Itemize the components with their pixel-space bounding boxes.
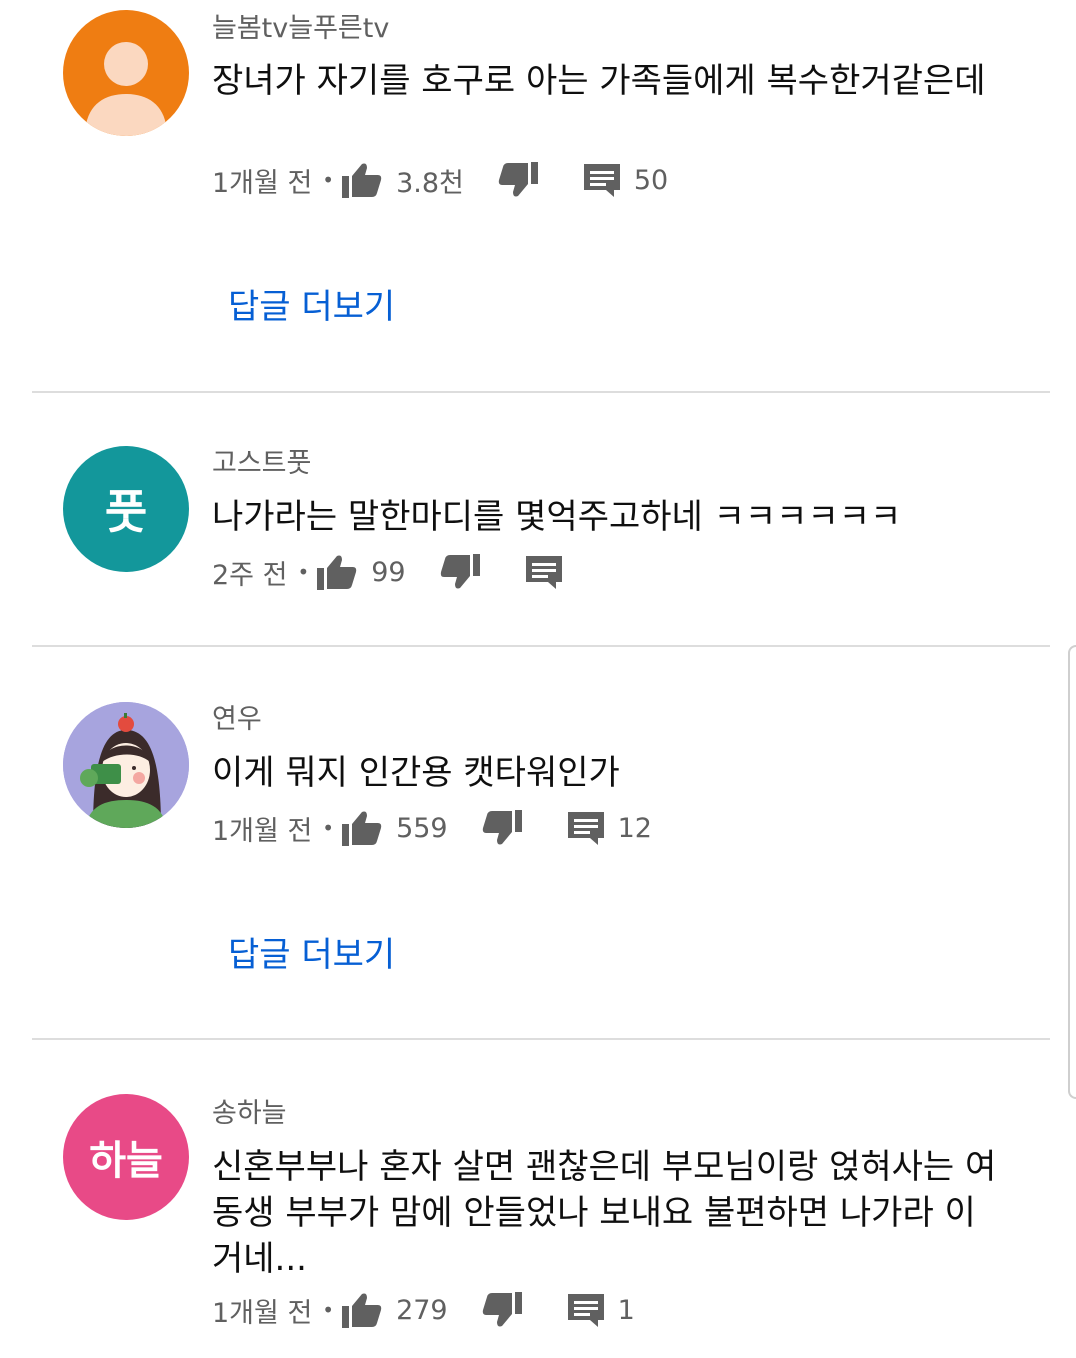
scrollbar[interactable]: [1068, 645, 1076, 1099]
comment-text: 이게 뭐지 인간용 캣타워인가: [212, 753, 620, 793]
separator-dot: •: [322, 1298, 335, 1322]
thumbs-up-icon[interactable]: [317, 554, 357, 590]
reply-count: 1: [617, 1294, 635, 1326]
comment-meta: 1개월 전 • 3.8천 50: [212, 158, 668, 202]
thumbs-down-icon[interactable]: [482, 810, 522, 846]
comment-meta: 1개월 전 • 559 12: [212, 806, 652, 850]
avatar[interactable]: 풋: [63, 446, 189, 572]
comment-text: 신혼부부나 혼자 살면 괜찮은데 부모님이랑 얹혀사는 여동생 부부가 맘에 안…: [212, 1147, 997, 1279]
like-count: 99: [371, 556, 406, 588]
comment-author[interactable]: 송하늘: [212, 1098, 287, 1130]
thumbs-down-icon[interactable]: [440, 554, 480, 590]
comment-icon[interactable]: [583, 162, 620, 198]
thumbs-up-icon[interactable]: [342, 810, 382, 846]
comment-author[interactable]: 늘봄tv늘푸른tv: [212, 13, 389, 45]
separator-dot: •: [322, 168, 335, 192]
thumbs-down-icon[interactable]: [498, 162, 538, 198]
comment-icon[interactable]: [525, 554, 562, 590]
more-replies-button[interactable]: 답글 더보기: [228, 927, 395, 976]
comment-meta: 2주 전 • 99: [212, 550, 562, 594]
avatar[interactable]: 하늘: [63, 1094, 189, 1220]
comment-author[interactable]: 고스트풋: [212, 448, 311, 480]
comment-icon[interactable]: [567, 1292, 604, 1328]
comment-meta: 1개월 전 • 279 1: [212, 1288, 635, 1332]
more-replies-button[interactable]: 답글 더보기: [228, 279, 395, 328]
comment-time: 1개월 전: [212, 815, 313, 847]
comment-time: 1개월 전: [212, 167, 313, 199]
avatar-letter: 풋: [104, 485, 148, 539]
comment-time: 2주 전: [212, 559, 288, 591]
divider: [32, 1038, 1050, 1040]
reply-count: 50: [633, 164, 669, 196]
default-person-icon: [85, 42, 167, 136]
comment-time: 1개월 전: [212, 1297, 313, 1329]
illustrated-girl-icon: [63, 702, 189, 828]
like-count: 279: [396, 1294, 448, 1326]
comment-icon[interactable]: [567, 810, 604, 846]
comment-text: 나가라는 말한마디를 몇억주고하네 ㅋㅋㅋㅋㅋㅋ: [212, 497, 902, 537]
thumbs-up-icon[interactable]: [342, 162, 382, 198]
divider: [32, 391, 1050, 393]
comment-author[interactable]: 연우: [212, 704, 262, 736]
avatar-letter: 하늘: [89, 1138, 163, 1184]
separator-dot: •: [297, 560, 310, 584]
like-count: 3.8천: [396, 167, 464, 199]
comment-text: 장녀가 자기를 호구로 아는 가족들에게 복수한거같은데: [212, 61, 986, 101]
thumbs-up-icon[interactable]: [342, 1292, 382, 1328]
thumbs-down-icon[interactable]: [482, 1292, 522, 1328]
divider: [32, 645, 1050, 647]
reply-count: 12: [617, 812, 652, 844]
separator-dot: •: [322, 816, 335, 840]
avatar[interactable]: [63, 10, 189, 136]
avatar[interactable]: [63, 702, 189, 828]
like-count: 559: [396, 812, 448, 844]
